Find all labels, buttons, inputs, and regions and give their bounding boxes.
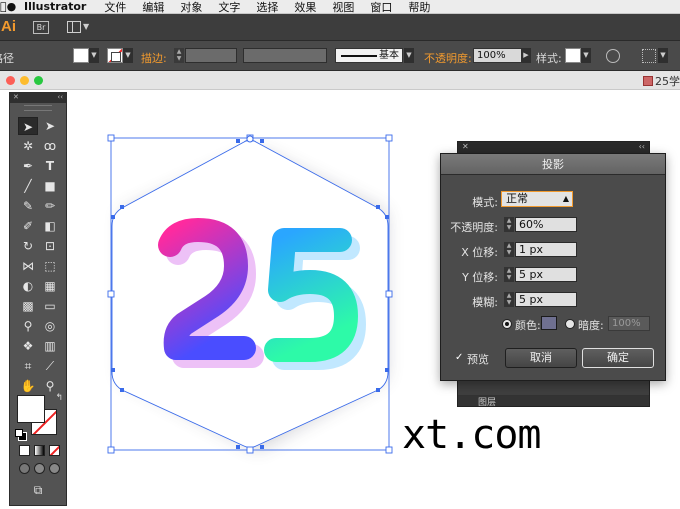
blur-row: 模糊: xyxy=(441,292,498,309)
y-offset-row: Y 位移: xyxy=(441,267,498,284)
opacity-label: 不透明度: xyxy=(450,221,498,234)
x-offset-stepper[interactable]: ▲ ▼ xyxy=(504,242,514,257)
dialog-title[interactable]: 投影 xyxy=(441,154,665,175)
scale-icon[interactable]: ⊡ xyxy=(40,237,60,255)
blur-stepper[interactable]: ▲ ▼ xyxy=(504,292,514,307)
bbox-handle[interactable] xyxy=(107,446,115,454)
swap-fill-stroke-icon[interactable]: ↰ xyxy=(55,393,63,403)
layers-count-label: 图层 xyxy=(478,398,497,408)
ok-button[interactable]: 确定 xyxy=(582,348,654,368)
fill-color-box[interactable] xyxy=(17,395,45,423)
y-offset-stepper[interactable]: ▲ ▼ xyxy=(504,267,514,282)
bbox-handle[interactable] xyxy=(107,290,115,298)
close-icon[interactable]: ✕ xyxy=(13,93,19,101)
drawing-mode-row xyxy=(16,463,62,475)
color-mode-row xyxy=(16,445,62,457)
draw-behind-icon[interactable] xyxy=(34,463,45,474)
none-icon[interactable] xyxy=(49,445,60,456)
collapse-icon[interactable]: ‹‹ xyxy=(57,93,63,101)
mode-value: 正常 xyxy=(506,192,528,205)
shadow-color-swatch[interactable] xyxy=(541,316,557,330)
rectangle-icon[interactable]: ■ xyxy=(40,177,60,195)
x-offset-label: X 位移: xyxy=(461,246,498,259)
eraser-icon[interactable]: ◧ xyxy=(40,217,60,235)
preview-checkbox[interactable]: ✓ xyxy=(455,352,466,363)
type-icon[interactable]: T xyxy=(40,157,60,175)
y-offset-input[interactable]: 5 px xyxy=(515,267,577,282)
color-icon[interactable] xyxy=(19,445,30,456)
direct-selection-icon[interactable]: ➤ xyxy=(40,117,60,135)
layers-panel-footer: 图层 xyxy=(458,395,649,408)
x-offset-row: X 位移: xyxy=(441,242,498,259)
rotate-icon[interactable]: ↻ xyxy=(18,237,38,255)
mode-label: 模式: xyxy=(472,196,498,209)
draw-normal-icon[interactable] xyxy=(19,463,30,474)
opacity-input[interactable]: 60% xyxy=(515,217,577,232)
mode-row: 模式: xyxy=(441,192,498,209)
perspective-icon[interactable]: ▦ xyxy=(40,277,60,295)
bbox-handle[interactable] xyxy=(246,446,254,454)
shape-builder-icon[interactable]: ◐ xyxy=(18,277,38,295)
eyedropper-icon[interactable]: ⚲ xyxy=(18,317,38,335)
blend-icon[interactable]: ◎ xyxy=(40,317,60,335)
pen-icon[interactable]: ✒ xyxy=(18,157,38,175)
x-offset-input[interactable]: 1 px xyxy=(515,242,577,257)
collapse-icon[interactable]: ‹‹ xyxy=(639,142,645,151)
chevron-down-icon: ▲ xyxy=(562,194,569,203)
selection-icon[interactable]: ➤ xyxy=(18,117,38,135)
blur-input[interactable]: 5 px xyxy=(515,292,577,307)
opacity-row: 不透明度: xyxy=(441,217,498,234)
gradient-mode-icon[interactable] xyxy=(34,445,45,456)
preview-label: 预览 xyxy=(467,353,489,366)
magic-wand-icon[interactable]: ✲ xyxy=(18,137,38,155)
opacity-stepper[interactable]: ▲ ▼ xyxy=(504,217,514,232)
blur-label: 模糊: xyxy=(472,296,498,309)
anchor-point[interactable] xyxy=(246,135,254,143)
artboard-icon[interactable]: ⌗ xyxy=(18,357,38,375)
tools-panel-header[interactable]: ✕ ‹‹ xyxy=(10,93,66,103)
color-radio[interactable] xyxy=(502,319,512,329)
free-transform-icon[interactable]: ⬚ xyxy=(40,257,60,275)
mesh-icon[interactable]: ▩ xyxy=(18,297,38,315)
darkness-radio[interactable] xyxy=(565,319,575,329)
bbox-handle[interactable] xyxy=(385,290,393,298)
drop-shadow-dialog: 投影 模式: 正常 ▲ 不透明度: ▲ ▼ 60% X 位移: ▲ ▼ 1 px Y… xyxy=(440,153,666,381)
darkness-label: 暗度: xyxy=(578,319,604,332)
darkness-input[interactable]: 100% xyxy=(608,316,650,331)
tools-panel: ✕ ‹‹ ➤ ➤ ✲ ꝏ ✒ T ╱ ■ ✎ ✏ ✐ ◧ ↻ ⊡ ⋈ ⬚ ◐ ▦… xyxy=(9,92,67,506)
symbol-sprayer-icon[interactable]: ❖ xyxy=(18,337,38,355)
gradient-icon[interactable]: ▭ xyxy=(40,297,60,315)
caption-text: xt.com xyxy=(402,412,541,458)
bbox-handle[interactable] xyxy=(385,446,393,454)
bbox-handle[interactable] xyxy=(107,134,115,142)
y-offset-label: Y 位移: xyxy=(462,271,498,284)
layers-panel-header[interactable]: ✕ ‹‹ xyxy=(458,142,649,153)
cancel-button[interactable]: 取消 xyxy=(505,348,577,368)
graph-icon[interactable]: ▥ xyxy=(40,337,60,355)
fill-stroke-control[interactable]: ↰ xyxy=(15,393,63,441)
bbox-handle[interactable] xyxy=(385,134,393,142)
paintbrush-icon[interactable]: ✎ xyxy=(18,197,38,215)
pencil-icon[interactable]: ✏ xyxy=(40,197,60,215)
mode-select[interactable]: 正常 ▲ xyxy=(501,191,573,207)
draw-inside-icon[interactable] xyxy=(49,463,60,474)
width-icon[interactable]: ⋈ xyxy=(18,257,38,275)
screen-mode-icon[interactable]: ⧉ xyxy=(28,481,48,499)
close-icon[interactable]: ✕ xyxy=(462,142,469,151)
slice-icon[interactable]: ⟋ xyxy=(40,357,60,375)
panel-grip[interactable] xyxy=(24,105,52,111)
lasso-icon[interactable]: ꝏ xyxy=(40,137,60,155)
color-label: 颜色: xyxy=(515,319,541,332)
default-colors-icon[interactable] xyxy=(15,429,27,441)
line-icon[interactable]: ╱ xyxy=(18,177,38,195)
blob-brush-icon[interactable]: ✐ xyxy=(18,217,38,235)
